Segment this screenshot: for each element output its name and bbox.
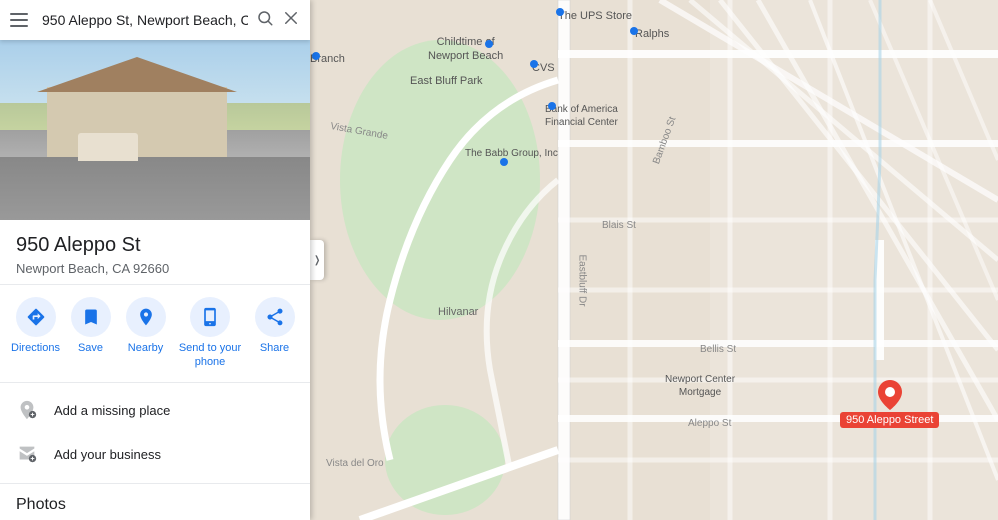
add-missing-place-label: Add a missing place — [54, 403, 170, 418]
save-label: Save — [78, 341, 103, 355]
place-name: 950 Aleppo St — [16, 234, 294, 257]
childtime-dot — [485, 40, 493, 48]
bellis-st-label: Bellis St — [700, 344, 736, 355]
directions-icon-bg — [16, 297, 56, 337]
send-to-phone-icon-bg — [190, 297, 230, 337]
add-business-icon — [16, 443, 40, 467]
place-address: Newport Beach, CA 92660 — [16, 261, 294, 276]
aleppo-st-label: Aleppo St — [688, 418, 731, 429]
add-missing-place-item[interactable]: Add a missing place — [0, 389, 310, 433]
photos-section: Photos — [0, 484, 310, 520]
menu-icon — [10, 8, 34, 32]
add-business-item[interactable]: Add your business — [0, 433, 310, 477]
location-pin[interactable]: 950 Aleppo Street — [840, 380, 939, 428]
nearby-icon-bg — [126, 297, 166, 337]
save-button[interactable]: Save — [63, 297, 118, 370]
left-panel: 950 Aleppo St Newport Beach, CA 92660 Di… — [0, 0, 310, 520]
search-icon[interactable] — [256, 9, 274, 32]
cvs-dot — [530, 60, 538, 68]
pin-label: 950 Aleppo Street — [840, 412, 939, 428]
nearby-label: Nearby — [128, 341, 163, 355]
blais-st-label: Blais St — [602, 220, 636, 231]
branch-dot — [312, 52, 320, 60]
directions-label: Directions — [11, 341, 60, 355]
place-photo — [0, 40, 310, 220]
bank-dot — [548, 102, 556, 110]
list-items: Add a missing place Add your business — [0, 383, 310, 484]
photos-section-label: Photos — [16, 496, 294, 514]
ups-store-dot — [556, 8, 564, 16]
action-buttons: Directions Save Nearby — [0, 285, 310, 383]
share-label: Share — [260, 341, 289, 355]
send-to-phone-button[interactable]: Send to your phone — [173, 297, 247, 370]
close-icon[interactable] — [282, 9, 300, 32]
search-bar — [0, 0, 310, 40]
eastbluff-dr-label: Eastbluff Dr — [577, 254, 588, 306]
map-area[interactable]: ❯ The UPS Store Ralphs Childtime ofNewpo… — [310, 0, 998, 520]
collapse-icon: ❯ — [314, 255, 320, 266]
ralphs-dot — [630, 27, 638, 35]
search-input[interactable] — [42, 12, 248, 28]
place-info: 950 Aleppo St Newport Beach, CA 92660 — [0, 220, 310, 285]
add-business-label: Add your business — [54, 447, 161, 462]
directions-button[interactable]: Directions — [8, 297, 63, 370]
vista-del-oro-label: Vista del Oro — [326, 458, 384, 469]
share-button[interactable]: Share — [247, 297, 302, 370]
babb-dot — [500, 158, 508, 166]
send-to-phone-label: Send to your phone — [173, 341, 247, 370]
share-icon-bg — [255, 297, 295, 337]
add-place-icon — [16, 399, 40, 423]
map-svg — [310, 0, 998, 520]
menu-button[interactable] — [10, 8, 34, 32]
save-icon-bg — [71, 297, 111, 337]
collapse-map-button[interactable]: ❯ — [310, 240, 324, 280]
nearby-button[interactable]: Nearby — [118, 297, 173, 370]
